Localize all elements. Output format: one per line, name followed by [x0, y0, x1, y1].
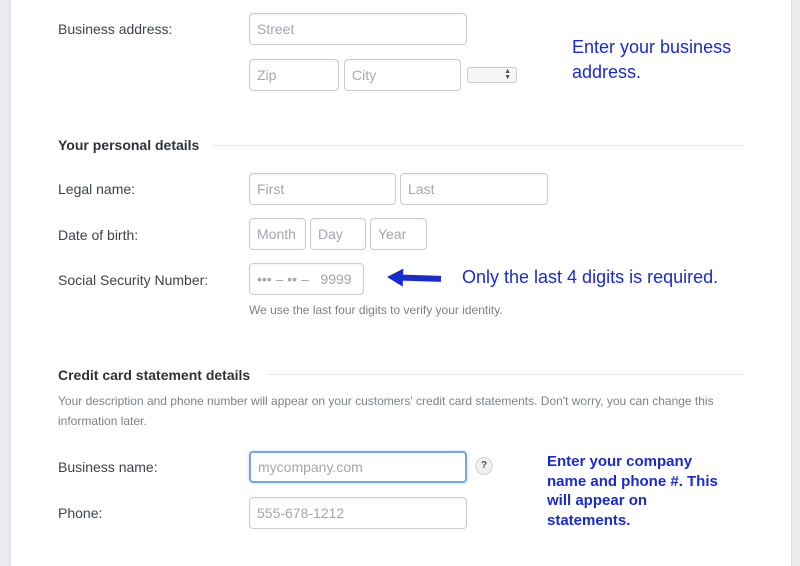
first-name-input[interactable] [249, 173, 396, 205]
business-name-input[interactable] [249, 451, 467, 483]
business-address-label: Business address: [58, 21, 173, 37]
arrow-left-icon [387, 268, 442, 287]
legal-name-label: Legal name: [58, 181, 136, 197]
ssn-annotation: Only the last 4 digits is required. [462, 267, 719, 287]
state-select[interactable]: ▲ ▼ [467, 67, 517, 83]
business-name-label: Business name: [58, 459, 158, 475]
statement-description: Your description and phone number will a… [58, 394, 714, 428]
city-input[interactable] [344, 59, 461, 91]
ssn-label: Social Security Number: [58, 272, 209, 288]
year-input[interactable] [370, 218, 427, 250]
section-divider [266, 374, 744, 375]
statement-details-title: Credit card statement details [58, 367, 251, 383]
day-input[interactable] [310, 218, 366, 250]
street-input[interactable] [249, 13, 467, 45]
ssn-hint: We use the last four digits to verify yo… [249, 303, 503, 317]
personal-details-title: Your personal details [58, 137, 200, 153]
address-annotation: Enter your business address. [572, 37, 732, 82]
dob-label: Date of birth: [58, 227, 139, 243]
phone-label: Phone: [58, 505, 103, 521]
select-arrows-icon: ▲ ▼ [504, 68, 511, 81]
ssn-input[interactable] [249, 263, 364, 295]
help-icon[interactable]: ? [475, 457, 493, 475]
month-input[interactable] [249, 218, 306, 250]
section-divider [214, 145, 744, 146]
zip-input[interactable] [249, 59, 339, 91]
phone-input[interactable] [249, 497, 467, 529]
last-name-input[interactable] [400, 173, 548, 205]
company-annotation: Enter your company name and phone #. Thi… [547, 453, 718, 529]
